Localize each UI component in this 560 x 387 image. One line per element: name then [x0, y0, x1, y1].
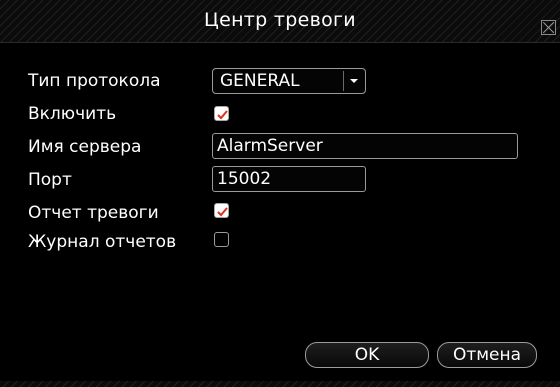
cancel-button[interactable]: Отмена — [437, 342, 537, 368]
log-report-label: Журнал отчетов — [28, 232, 177, 252]
server-name-input[interactable]: AlarmServer — [212, 133, 518, 159]
protocol-type-select[interactable]: GENERAL — [212, 68, 366, 94]
enable-checkbox[interactable] — [214, 106, 229, 121]
bottom-strip — [0, 381, 560, 387]
log-report-checkbox[interactable] — [214, 232, 229, 247]
port-input[interactable]: 15002 — [212, 166, 366, 192]
checkmark-icon — [217, 110, 228, 120]
dialog-title: Центр тревоги — [204, 9, 356, 31]
checkmark-icon — [217, 207, 228, 217]
chevron-down-icon[interactable] — [343, 71, 363, 91]
enable-label: Включить — [28, 104, 117, 124]
title-bar[interactable]: Центр тревоги — [0, 0, 560, 43]
close-icon[interactable] — [541, 20, 556, 35]
alarm-report-checkbox[interactable] — [214, 203, 229, 218]
port-label: Порт — [28, 170, 72, 190]
alarm-center-dialog: Центр тревоги Тип протокола GENERAL Вклю… — [0, 0, 560, 387]
alarm-report-label: Отчет тревоги — [28, 203, 159, 223]
server-name-label: Имя сервера — [28, 137, 142, 157]
protocol-type-value: GENERAL — [220, 71, 300, 91]
ok-button[interactable]: OK — [305, 342, 429, 368]
protocol-type-label: Тип протокола — [28, 71, 161, 91]
